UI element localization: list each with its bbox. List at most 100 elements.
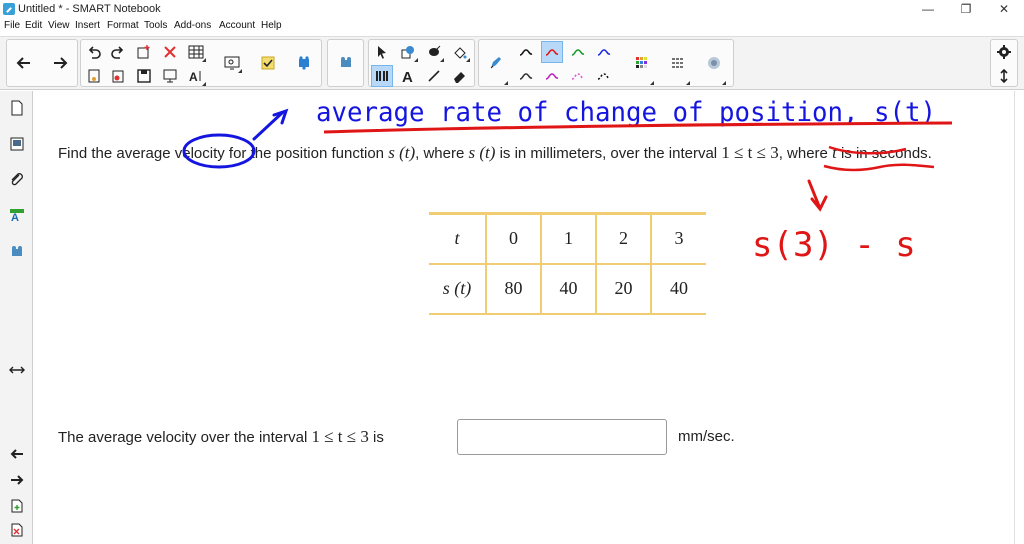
math-s-of-t: s (t) bbox=[468, 143, 496, 162]
delete-icon[interactable] bbox=[159, 41, 181, 63]
eraser-icon[interactable] bbox=[449, 65, 471, 87]
back-arrow-icon[interactable] bbox=[11, 40, 37, 86]
pen-dotted-icon[interactable] bbox=[593, 65, 615, 87]
menu-edit[interactable]: Edit bbox=[25, 20, 42, 31]
edit-group: A bbox=[80, 39, 322, 87]
menu-tools[interactable]: Tools bbox=[144, 20, 167, 31]
table-row: t 0 1 2 3 bbox=[429, 212, 706, 265]
svg-text:A: A bbox=[189, 70, 198, 84]
settings-icon[interactable] bbox=[993, 41, 1015, 63]
maximize-button[interactable]: ❐ bbox=[948, 0, 984, 19]
table-cell: 2 bbox=[596, 212, 652, 265]
paste-icon[interactable] bbox=[107, 65, 129, 87]
undo-icon[interactable] bbox=[83, 41, 105, 63]
magic-pen-icon[interactable] bbox=[423, 41, 445, 63]
svg-text:A: A bbox=[402, 69, 413, 84]
activity-builder-icon[interactable] bbox=[257, 52, 279, 74]
menu-file[interactable]: File bbox=[4, 20, 20, 31]
navigation-group bbox=[6, 39, 78, 87]
properties-icon[interactable]: A bbox=[6, 205, 28, 227]
menu-format[interactable]: Format bbox=[107, 20, 139, 31]
line-style-icon[interactable] bbox=[665, 40, 691, 86]
pen-magenta-icon[interactable] bbox=[541, 65, 563, 87]
table-cell: 1 bbox=[541, 212, 597, 265]
properties-icon[interactable] bbox=[701, 40, 727, 86]
add-page-icon[interactable] bbox=[6, 495, 28, 517]
delete-page-icon[interactable] bbox=[6, 519, 28, 541]
svg-text:A: A bbox=[11, 212, 19, 224]
pen-icon[interactable] bbox=[483, 40, 509, 86]
line-icon[interactable] bbox=[423, 65, 445, 87]
menu-view[interactable]: View bbox=[48, 20, 70, 31]
answer-prompt: The average velocity over the interval 1… bbox=[58, 427, 384, 446]
close-window-button[interactable]: ✕ bbox=[986, 0, 1022, 19]
question-part-2: , where bbox=[415, 145, 469, 162]
toolbar-move-icon[interactable] bbox=[993, 65, 1015, 87]
shape-icon[interactable] bbox=[397, 41, 419, 63]
fill-icon[interactable] bbox=[449, 41, 471, 63]
select-icon[interactable] bbox=[371, 41, 393, 63]
menu-insert[interactable]: Insert bbox=[75, 20, 100, 31]
previous-page-icon[interactable] bbox=[6, 443, 28, 465]
ink-arrow-blue bbox=[252, 108, 289, 141]
menu-add-ons[interactable]: Add-ons bbox=[174, 20, 211, 31]
math-interval: 1 ≤ t ≤ 3 bbox=[721, 143, 779, 162]
table-row: s (t) 80 40 20 40 bbox=[429, 263, 706, 315]
answer-input[interactable] bbox=[457, 419, 667, 455]
table-cell: 3 bbox=[651, 212, 706, 265]
table-cell: 40 bbox=[651, 263, 706, 315]
page-sorter-icon[interactable] bbox=[6, 97, 28, 119]
minimize-button[interactable]: — bbox=[910, 0, 946, 19]
pen-black-icon[interactable] bbox=[515, 41, 537, 63]
pen-dark-icon[interactable] bbox=[515, 65, 537, 87]
question-part-5: is in seconds. bbox=[836, 145, 932, 162]
question-text: Find the average velocity for the positi… bbox=[58, 141, 1018, 165]
text-recognition-icon[interactable]: A bbox=[185, 65, 207, 87]
forward-arrow-icon[interactable] bbox=[47, 40, 73, 86]
question-part-1: Find the average velocity for the positi… bbox=[58, 145, 389, 162]
redo-icon[interactable] bbox=[107, 41, 129, 63]
pen-blue-icon[interactable] bbox=[593, 41, 615, 63]
color-palette-icon[interactable] bbox=[629, 40, 655, 86]
table-cell: 80 bbox=[486, 263, 542, 315]
add-ons-icon[interactable] bbox=[6, 241, 28, 263]
add-ons-icon[interactable] bbox=[293, 52, 315, 74]
table-cell: 0 bbox=[486, 212, 542, 265]
next-page-icon[interactable] bbox=[6, 469, 28, 491]
attachments-icon[interactable] bbox=[6, 169, 28, 191]
settings-group bbox=[990, 39, 1018, 87]
screen-shade-icon[interactable] bbox=[159, 65, 181, 87]
canvas-scrollbar[interactable] bbox=[1014, 91, 1024, 544]
gallery-icon[interactable] bbox=[6, 133, 28, 155]
window-title: Untitled * - SMART Notebook bbox=[18, 3, 161, 15]
ink-squiggle-interval bbox=[823, 163, 935, 172]
responses-icon[interactable] bbox=[371, 65, 393, 87]
table-cell: 20 bbox=[596, 263, 652, 315]
table-cell: 40 bbox=[541, 263, 597, 315]
question-part-4: , where bbox=[778, 145, 833, 162]
add-page-icon[interactable] bbox=[133, 41, 155, 63]
gallery-icon[interactable] bbox=[335, 52, 357, 74]
resize-arrows-icon[interactable] bbox=[6, 359, 28, 381]
math-s-of-t: s (t) bbox=[388, 143, 416, 162]
screen-capture-icon[interactable] bbox=[221, 52, 243, 74]
pen-red-icon[interactable] bbox=[541, 41, 563, 63]
pen-properties-group bbox=[478, 39, 734, 87]
smart-notebook-logo-icon bbox=[3, 3, 15, 15]
notebook-page-canvas[interactable]: Find the average velocity for the positi… bbox=[34, 91, 1024, 544]
gallery-group bbox=[327, 39, 364, 87]
save-icon[interactable] bbox=[133, 65, 155, 87]
ink-heading-text: average rate of change of position, s(t) bbox=[316, 97, 936, 128]
menu-help[interactable]: Help bbox=[261, 20, 282, 31]
table-cell: t bbox=[429, 212, 487, 265]
ink-underline-red bbox=[323, 121, 953, 134]
menu-account[interactable]: Account bbox=[219, 20, 255, 31]
text-icon[interactable]: A bbox=[397, 65, 419, 87]
toolbar: A A bbox=[0, 36, 1024, 90]
question-part-3: is in millimeters, over the interval bbox=[495, 145, 722, 162]
pen-pink-icon[interactable] bbox=[567, 65, 589, 87]
table-icon[interactable] bbox=[185, 41, 207, 63]
pen-green-icon[interactable] bbox=[567, 41, 589, 63]
insert-picture-icon[interactable] bbox=[83, 65, 105, 87]
side-panel: A bbox=[0, 91, 33, 544]
